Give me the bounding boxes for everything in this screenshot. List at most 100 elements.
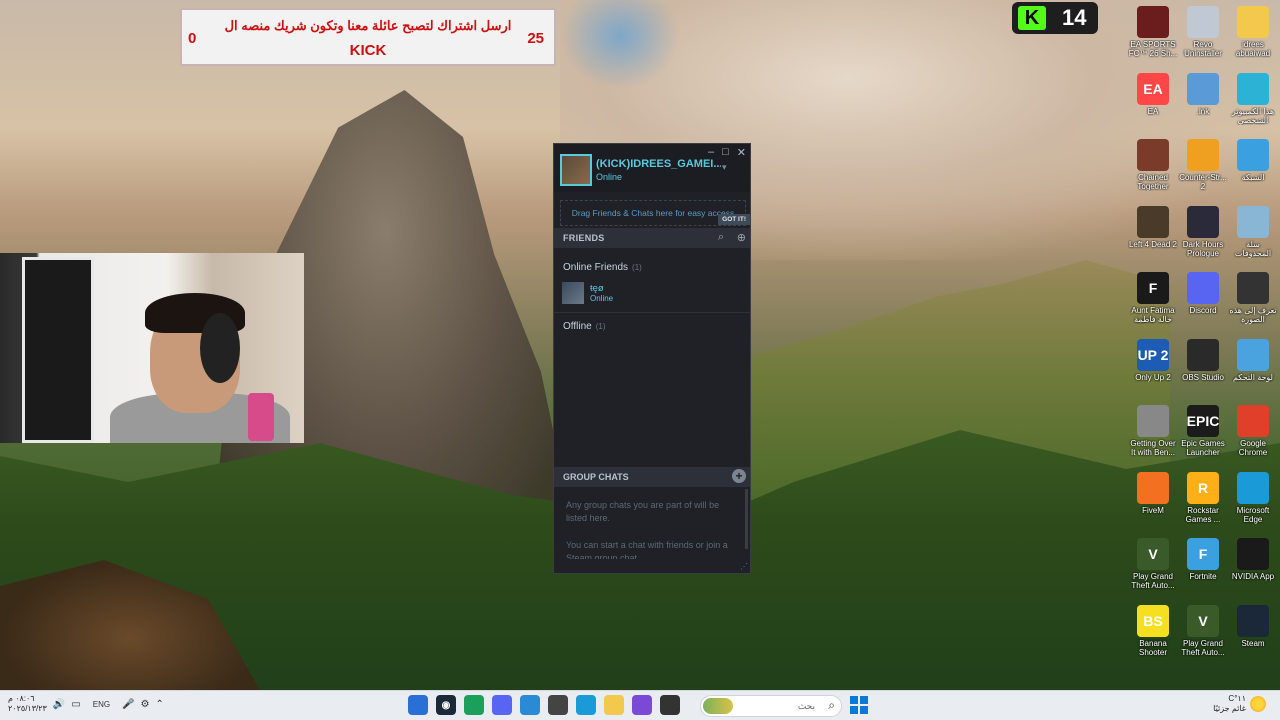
online-friends-count: (1) [632,263,642,272]
search-placeholder: بحث [797,701,815,711]
minimize-icon[interactable]: – [708,146,714,159]
notes-app-icon[interactable] [408,695,428,715]
offline-friends-group[interactable]: Offline (1) [563,321,606,332]
desktop-icon[interactable]: Dark Hours Prologue [1178,204,1228,268]
desktop-icon[interactable]: UP 2 Only Up 2 [1128,337,1178,401]
desktop-icon[interactable]: OBS Studio [1178,337,1228,401]
group-chats-header[interactable]: GROUP CHATS + [554,467,750,487]
online-friends-group[interactable]: Online Friends (1) [563,262,642,273]
network-status-icon[interactable]: ▭ [71,699,80,710]
friends-section-header: FRIENDS ⌕ ⊕ [554,228,750,248]
clock[interactable]: ٠٨:٠٦ م ٢٠٢٥/١٣/٢٣ [8,694,47,714]
control-panel-icon [1237,338,1269,371]
desktop-icon[interactable]: EA SPORTS FC™ 26 Sh... [1128,4,1178,68]
photos-app-icon[interactable] [632,695,652,715]
weather-temp: ١١°C [1228,694,1246,703]
edge-icon [1237,471,1269,504]
desktop-icon[interactable]: Getting Over It with Ben... [1128,403,1178,467]
xbox-app-icon[interactable] [464,695,484,715]
desktop-icon[interactable]: لوحة التحكم [1228,337,1278,401]
desktop-icon-label: Discord [1189,306,1217,315]
resize-grip-icon[interactable]: ⋰ [740,562,748,571]
offline-count: (1) [595,322,606,331]
start-button[interactable] [850,696,868,714]
window-controls: – □ ✕ [708,146,746,159]
desktop-icon[interactable]: هذا الكمبيوتر الشخصي [1228,71,1278,135]
kick-viewer-badge: K 14 [1012,2,1098,34]
desktop-icon[interactable]: Counter-Str... 2 [1178,137,1228,201]
desktop-icon[interactable]: Steam [1228,603,1278,667]
friend-list-item[interactable]: ŧęø Online [562,282,742,306]
desktop-icon[interactable]: Microsoft Edge [1228,470,1278,534]
desktop-icon[interactable]: Discord [1178,270,1228,334]
ea-fc-icon [1137,6,1169,38]
desktop-icon[interactable]: Chained Together [1128,137,1178,201]
aunt-fatima-icon: F [1137,272,1169,304]
file-explorer-icon[interactable] [604,695,624,715]
desktop-icon[interactable]: FiveM [1128,470,1178,534]
desktop-icon-label: Google Chrome [1238,439,1268,457]
got-it-button[interactable]: GOT IT! [718,214,750,225]
microphone-tray-icon[interactable]: 🎤 [122,699,134,710]
network-icon [1237,139,1269,171]
desktop-icon[interactable]: الشبكة [1228,137,1278,201]
desktop-icon[interactable]: Google Chrome [1228,403,1278,467]
close-icon[interactable]: ✕ [737,146,746,159]
desktop-icon-label: Left 4 Dead 2 [1128,239,1178,249]
desktop-icon[interactable]: F Fortnite [1178,536,1228,600]
edge-taskbar-icon[interactable] [576,695,596,715]
desktop-icon[interactable]: V Play Grand Theft Auto... [1128,536,1178,600]
obs-icon [1187,338,1219,371]
store-app-icon[interactable] [548,695,568,715]
weather-desc: غائم جزئيًا [1213,704,1246,713]
desktop-icon-label: سلة المحذوفات [1234,239,1272,258]
friend-status: Online [590,294,614,303]
only-up-icon: UP 2 [1137,338,1169,371]
add-friend-icon[interactable]: ⊕ [737,231,746,244]
steam-friends-window[interactable]: (KICK)IDREES_GAMEI... Online ▾ – □ ✕ Dra… [553,143,751,574]
desktop-icon[interactable]: BS Banana Shooter [1128,603,1178,667]
desktop-icon[interactable]: idrees abuaiwad [1228,4,1278,68]
search-icon[interactable]: ⌕ [718,231,724,244]
desktop-icon[interactable]: EPIC Epic Games Launcher [1178,403,1228,467]
fortnite-icon: F [1187,538,1219,570]
weather-widget[interactable]: ١١°C غائم جزئيًا [1213,694,1266,714]
desktop-icon-label: Steam [1241,638,1265,648]
stream-goal-banner: 0 ارسل اشتراك لتصبح عائلة معنا وتكون شري… [180,8,556,66]
desktop-icon-label: EA SPORTS FC™ 26 Sh... [1128,40,1178,58]
add-group-chat-icon[interactable]: + [732,469,746,483]
steam-taskbar-icon[interactable]: ◉ [436,695,456,715]
steam-username[interactable]: (KICK)IDREES_GAMEI... [596,158,721,170]
scrollbar[interactable] [745,489,748,549]
chevron-up-icon[interactable]: ⌃ [156,699,164,710]
volume-icon[interactable]: 🔊 [53,699,65,710]
chevron-down-icon[interactable]: ▾ [722,162,727,173]
taskbar-search[interactable]: بحث ⌕ [700,695,842,717]
desktop-icon[interactable]: Revo Uninstaller [1178,4,1228,68]
settings-tray-icon[interactable]: ⚙ [141,699,150,710]
desktop-icon[interactable]: V Play Grand Theft Auto... [1178,603,1228,667]
friends-header-label: FRIENDS [563,233,605,243]
desktop-icon[interactable]: تعرف إلى هذه الصورة [1228,270,1278,334]
desktop-icon[interactable]: .lnk [1178,71,1228,135]
terminal-app-icon[interactable] [660,695,680,715]
user-avatar[interactable] [560,154,592,186]
outlook-app-icon[interactable] [520,695,540,715]
desktop-icon[interactable]: F Aunt Fatima خالة فاطمة [1128,270,1178,334]
desktop-icon[interactable]: Left 4 Dead 2 [1128,204,1178,268]
desktop-icon-label: Rockstar Games ... [1185,505,1221,524]
desktop-icon[interactable]: NVIDIA App [1228,536,1278,600]
l4d2-icon [1137,205,1169,238]
desktop-icon-label: FiveM [1142,505,1164,515]
language-indicator[interactable]: ENG [93,700,110,709]
desktop-icon[interactable]: R Rockstar Games ... [1178,470,1228,534]
desktop-icon-label: Banana Shooter [1138,638,1168,657]
desktop-icon-label: EA [1147,106,1159,116]
steam-titlebar[interactable]: (KICK)IDREES_GAMEI... Online ▾ – □ ✕ [554,144,750,192]
desktop-icon[interactable]: EA EA [1128,71,1178,135]
desktop-icon[interactable]: سلة المحذوفات [1228,204,1278,268]
maximize-icon[interactable]: □ [722,146,729,159]
discord-taskbar-icon[interactable] [492,695,512,715]
webcam-overlay [0,253,304,443]
dark-hours-icon [1187,205,1219,238]
